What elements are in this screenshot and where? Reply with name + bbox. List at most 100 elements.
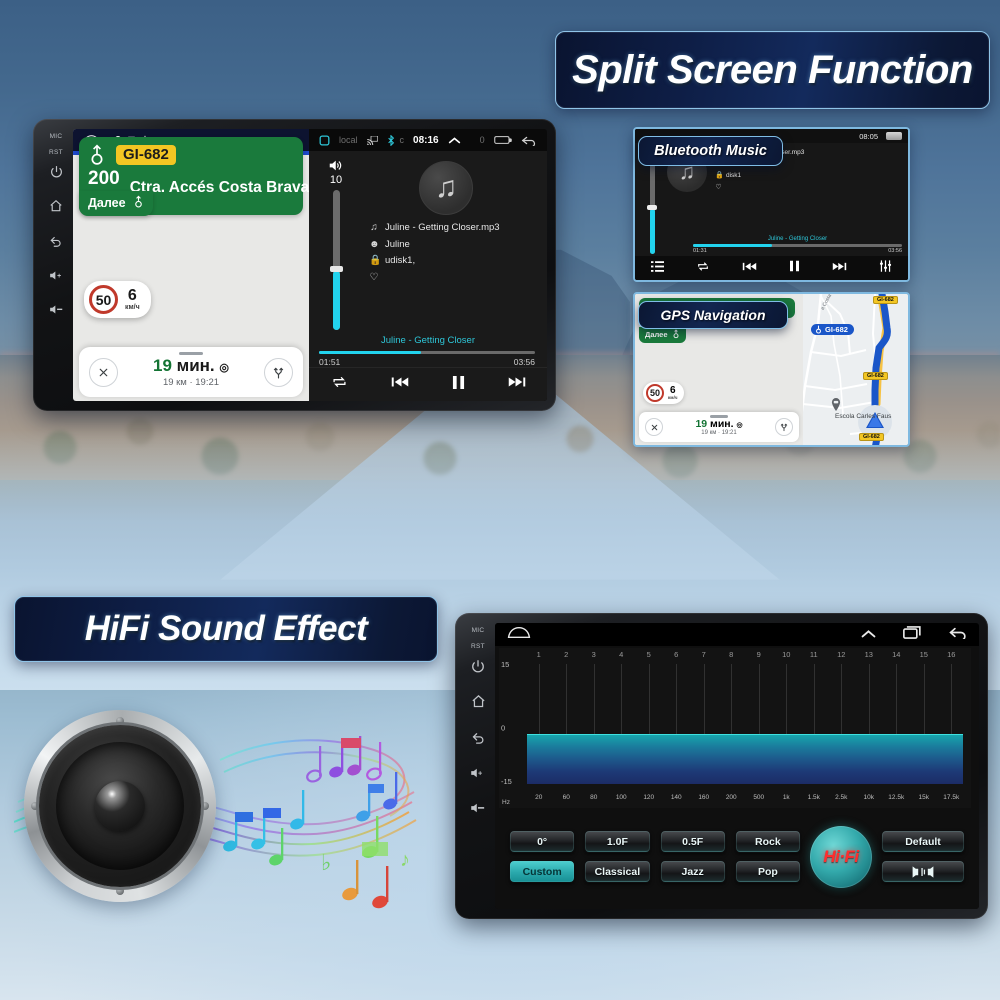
- bluetooth-music-label: Bluetooth Music: [638, 136, 783, 166]
- volume-slider[interactable]: [329, 190, 343, 330]
- favorite-row[interactable]: ♡: [369, 272, 537, 283]
- eq-preset-rock-button[interactable]: Rock: [734, 830, 801, 853]
- bt-seek-area[interactable]: Juline - Getting Closer 01:31 03:56: [693, 236, 902, 254]
- list-icon[interactable]: [651, 259, 664, 277]
- band-number: 12: [837, 650, 846, 659]
- eq-preset-buttons: 0° 1.0F 0.5F Rock Custom Classical Jazz Pop Hi·…: [495, 808, 979, 909]
- back-icon[interactable]: [948, 626, 967, 644]
- equalizer-icon[interactable]: [879, 259, 892, 277]
- instruction-top-row: GI-682: [88, 144, 294, 166]
- volume-knob[interactable]: [329, 266, 343, 273]
- home-icon[interactable]: [49, 199, 63, 218]
- mic-label[interactable]: MIC: [472, 627, 485, 634]
- volume-up-icon[interactable]: +: [49, 269, 64, 287]
- next-icon[interactable]: [508, 375, 526, 394]
- bt-seek-bar[interactable]: [693, 244, 902, 247]
- eq-preset-0-button[interactable]: 0°: [509, 830, 576, 853]
- eq-preset-0-5f-button[interactable]: 0.5F: [659, 830, 726, 853]
- eq-preset-1-0f-button[interactable]: 1.0F: [584, 830, 651, 853]
- frequency-label: 500: [753, 794, 765, 801]
- bt-time-total: 03:56: [888, 248, 902, 254]
- split-screen-banner: Split Screen Function: [555, 31, 990, 109]
- eq-response-area[interactable]: [527, 734, 963, 784]
- close-icon[interactable]: [645, 418, 663, 436]
- poi-label: Escola Carles Faus: [835, 413, 892, 420]
- navigation-pane[interactable]: GI-682 200 м Ctra. Accés Costa Brava Дал…: [73, 129, 309, 401]
- seek-area[interactable]: 01:51 03:56: [319, 350, 535, 367]
- rounded-square-icon: [319, 135, 330, 145]
- volume-control[interactable]: 10: [317, 159, 355, 334]
- eq-preset-jazz-button[interactable]: Jazz: [659, 860, 726, 883]
- frequency-label: 140: [670, 794, 682, 801]
- flat-symbol: ♭: [321, 850, 331, 875]
- chevron-up-icon[interactable]: [860, 626, 877, 644]
- eq-preset-grid: 0° 1.0F 0.5F Rock Custom Classical Jazz Pop: [509, 830, 801, 883]
- eq-preset-classical-button[interactable]: Classical: [584, 860, 651, 883]
- highway-badge-mid: GI-682: [863, 372, 888, 380]
- volume-down-icon[interactable]: [470, 801, 486, 820]
- pause-icon[interactable]: [452, 375, 465, 395]
- frequency-label: 10k: [863, 794, 874, 801]
- eq-preset-pop-button[interactable]: Pop: [734, 860, 801, 883]
- default-button[interactable]: Default: [881, 830, 965, 853]
- home-icon[interactable]: [471, 694, 486, 714]
- chevron-up-icon[interactable]: [448, 136, 461, 145]
- gps-navigation-label-text: GPS Navigation: [660, 307, 766, 323]
- reset-label[interactable]: RST: [471, 643, 485, 650]
- bt-volume-slider[interactable]: [647, 155, 657, 254]
- alternate-routes-icon[interactable]: [775, 418, 793, 436]
- highway-badge-bottom: GI-682: [859, 433, 884, 441]
- bt-source: disk1: [726, 171, 742, 179]
- power-icon[interactable]: [50, 165, 63, 183]
- eta-distance-time: 19 км · 19:21: [162, 377, 220, 388]
- close-icon[interactable]: [89, 357, 118, 387]
- back-icon[interactable]: [471, 730, 486, 750]
- track-metadata: ♫ Juline - Getting Closer.mp3 ☻ Juline 🔒 ud…: [355, 222, 537, 288]
- poi-marker-icon[interactable]: [831, 398, 841, 411]
- next-icon[interactable]: [832, 259, 847, 277]
- frequency-label: 1k: [782, 794, 790, 801]
- heart-icon: ♡: [715, 184, 722, 191]
- alternate-routes-icon[interactable]: [264, 357, 293, 387]
- back-icon[interactable]: [49, 234, 63, 253]
- seek-bar[interactable]: [319, 350, 535, 354]
- heart-icon: ♡: [369, 271, 379, 283]
- mic-label[interactable]: MIC: [50, 133, 63, 140]
- back-icon[interactable]: [521, 135, 537, 146]
- svg-text:+: +: [57, 273, 61, 280]
- home-icon[interactable]: [507, 626, 531, 644]
- pause-icon[interactable]: [789, 259, 800, 277]
- bt-favorite-row[interactable]: ♡: [715, 183, 902, 191]
- highway-badge-top: GI-682: [873, 296, 898, 304]
- music-note: [269, 828, 284, 866]
- band-number: 4: [619, 650, 624, 659]
- recents-icon[interactable]: [903, 625, 922, 644]
- previous-icon[interactable]: [742, 259, 757, 277]
- drag-handle[interactable]: [179, 352, 203, 355]
- band-number: 11: [809, 650, 818, 659]
- frequency-label: 1.5k: [807, 794, 820, 801]
- eq-preset-custom-button[interactable]: Custom: [509, 860, 576, 883]
- gps-drag-handle[interactable]: [710, 415, 728, 418]
- bt-volume-knob[interactable]: [647, 205, 657, 211]
- bt-time-elapsed: 01:31: [693, 248, 707, 254]
- volume-up-icon[interactable]: +: [470, 766, 486, 785]
- gps-speed-unit: км/ч: [668, 394, 678, 400]
- street-name: Ctra. Accés Costa Brava: [129, 179, 310, 196]
- volume-down-icon[interactable]: [49, 303, 64, 321]
- reset-label[interactable]: RST: [49, 149, 63, 156]
- previous-icon[interactable]: [391, 375, 409, 394]
- balance-speakers-icon[interactable]: [881, 860, 965, 883]
- equalizer-graph[interactable]: 15 0 -15 1 2 3 4 5 6 7 8 9 10 11 12 13 14 15 16 Hz 20 60…: [499, 648, 971, 808]
- music-pane[interactable]: local c 08:16 0 10 ♫ ♫ Juline - Getting …: [309, 129, 547, 401]
- music-note: [372, 866, 389, 909]
- power-icon[interactable]: [471, 659, 485, 678]
- frequency-label: 2.5k: [835, 794, 848, 801]
- eta-summary: 19 мин. ◎ 19 км · 19:21: [153, 356, 229, 388]
- media-controls: [309, 367, 547, 401]
- person-icon: ☻: [369, 238, 380, 250]
- repeat-icon[interactable]: [696, 259, 710, 277]
- band-number: 13: [864, 650, 873, 659]
- hifi-button[interactable]: Hi·Fi: [810, 825, 872, 888]
- repeat-icon[interactable]: [331, 375, 348, 394]
